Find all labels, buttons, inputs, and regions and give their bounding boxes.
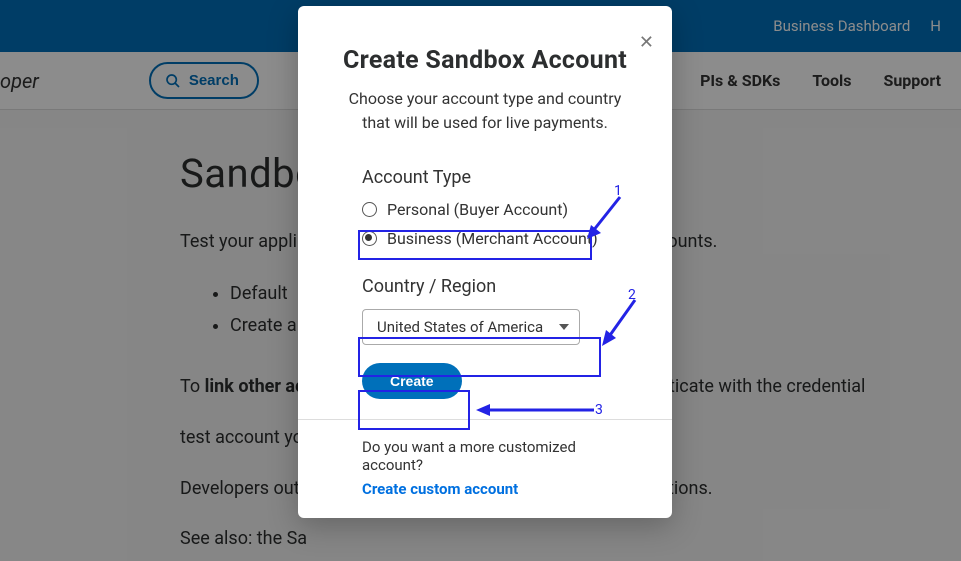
arrow-2 <box>600 298 640 346</box>
create-sandbox-modal: ✕ Create Sandbox Account Choose your acc… <box>298 6 672 518</box>
radio-icon <box>362 202 377 217</box>
modal-subtitle: Choose your account type and country tha… <box>298 75 672 153</box>
modal-title: Create Sandbox Account <box>298 46 672 75</box>
footer-question: Do you want a more customized account? <box>362 438 608 474</box>
country-value: United States of America <box>377 318 543 336</box>
modal-footer: Do you want a more customized account? C… <box>298 419 672 508</box>
annotation-3: 3 <box>595 402 603 418</box>
radio-icon-selected <box>362 231 377 246</box>
country-label: Country / Region <box>362 276 608 297</box>
radio-personal[interactable]: Personal (Buyer Account) <box>362 200 608 219</box>
close-icon[interactable]: ✕ <box>639 32 654 53</box>
country-select[interactable]: United States of America <box>362 309 580 345</box>
create-button[interactable]: Create <box>362 363 462 399</box>
account-type-label: Account Type <box>362 167 608 188</box>
create-custom-link[interactable]: Create custom account <box>362 480 608 498</box>
radio-business[interactable]: Business (Merchant Account) <box>362 229 608 248</box>
radio-personal-label: Personal (Buyer Account) <box>387 200 568 219</box>
annotation-2: 2 <box>628 287 636 303</box>
arrow-1 <box>585 195 625 239</box>
radio-business-label: Business (Merchant Account) <box>387 229 598 248</box>
arrow-3 <box>476 402 596 418</box>
annotation-1: 1 <box>614 183 622 199</box>
